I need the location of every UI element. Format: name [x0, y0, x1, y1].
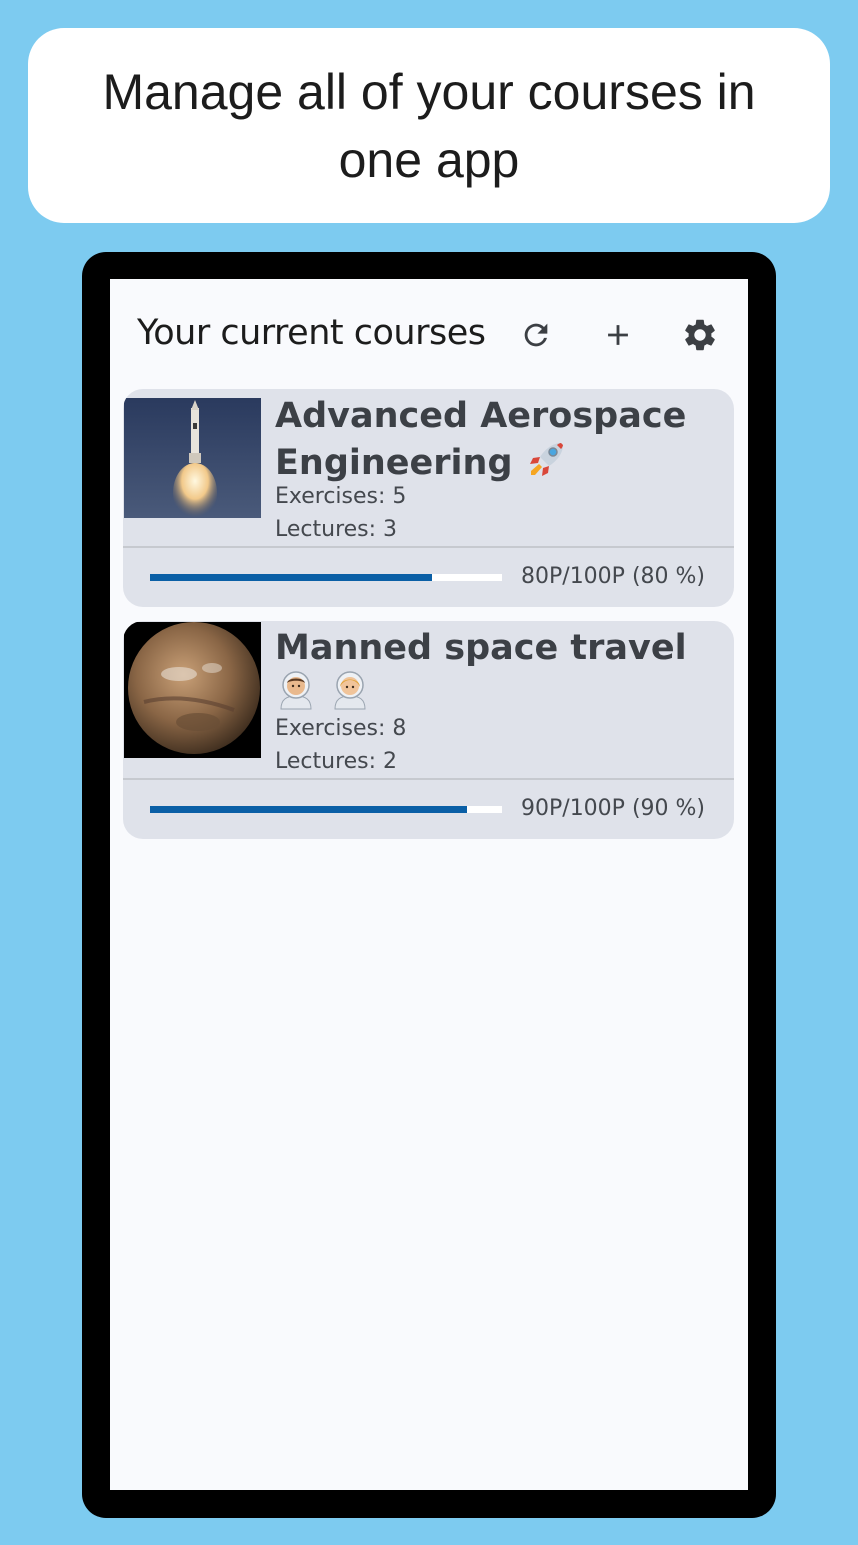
mars-planet-image	[124, 622, 261, 758]
lecture-count: Lectures: 2	[275, 749, 398, 774]
rocket-launch-image	[124, 398, 261, 518]
divider	[123, 546, 734, 548]
add-course-button[interactable]	[596, 313, 640, 357]
progress-bar	[150, 574, 502, 581]
points-label: 90P/100P (90 %)	[521, 796, 705, 821]
refresh-icon	[524, 323, 548, 347]
course-title-text: Manned space travel	[275, 628, 687, 668]
course-card-aerospace[interactable]: Advanced Aerospace Engineering Exercises…	[123, 389, 734, 607]
app-screen: Your current courses Advanced Aerospace …	[110, 279, 748, 1490]
promo-text: Manage all of your courses in one app	[102, 63, 756, 188]
progress-bar	[150, 806, 502, 813]
settings-button[interactable]	[678, 313, 722, 357]
astronaut-woman-icon	[329, 669, 371, 721]
lecture-count: Lectures: 3	[275, 517, 398, 542]
points-label: 80P/100P (80 %)	[521, 564, 705, 589]
plus-icon	[608, 325, 628, 345]
exercise-count: Exercises: 8	[275, 716, 407, 741]
gear-icon	[685, 319, 715, 351]
rocket-icon	[525, 437, 569, 491]
astronaut-icon	[275, 669, 317, 721]
progress-fill	[150, 806, 467, 813]
progress-fill	[150, 574, 432, 581]
page-title: Your current courses	[137, 313, 486, 353]
app-bar: Your current courses	[110, 279, 748, 389]
divider	[123, 778, 734, 780]
course-title-text: Advanced Aerospace Engineering	[275, 396, 687, 483]
course-card-space-travel[interactable]: Manned space travel Exercises: 8 Lecture…	[123, 621, 734, 839]
course-title: Advanced Aerospace Engineering	[275, 395, 725, 491]
course-title: Manned space travel	[275, 627, 725, 721]
promo-banner: Manage all of your courses in one app	[28, 28, 830, 223]
exercise-count: Exercises: 5	[275, 484, 407, 509]
refresh-button[interactable]	[514, 313, 558, 357]
